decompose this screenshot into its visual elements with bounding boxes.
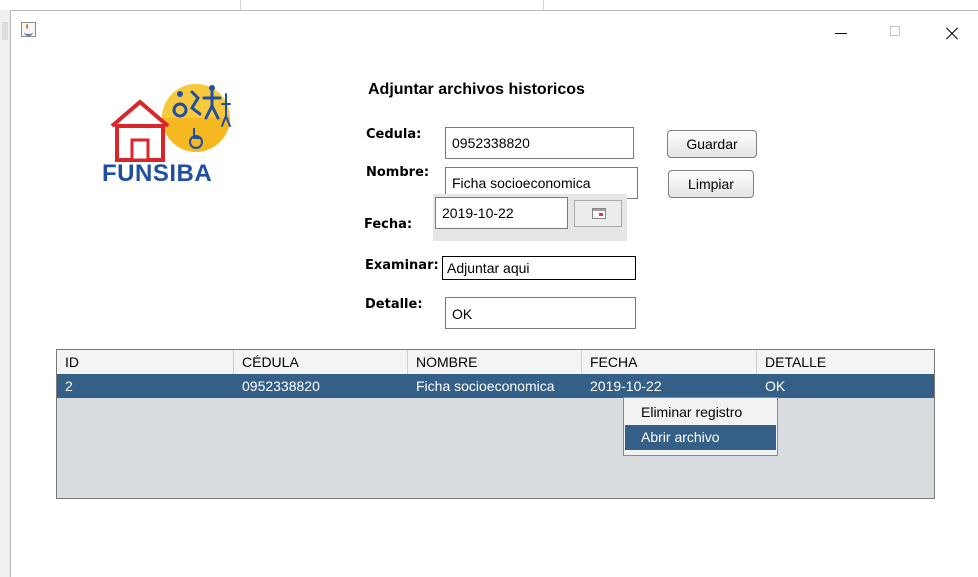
- context-menu: Eliminar registro Abrir archivo: [623, 397, 778, 456]
- minimize-button[interactable]: [818, 11, 864, 43]
- logo-text: FUNSIBA: [102, 160, 213, 187]
- table-header: ID CÉDULA NOMBRE FECHA DETALLE: [57, 350, 934, 375]
- cedula-input[interactable]: 0952338820: [445, 127, 634, 159]
- background-divider: [543, 0, 544, 10]
- cell-id: 2: [65, 378, 73, 394]
- column-header-id[interactable]: ID: [57, 350, 234, 374]
- cedula-label: Cedula:: [366, 127, 422, 142]
- fecha-input[interactable]: 2019-10-22: [435, 197, 568, 229]
- close-button[interactable]: [928, 11, 974, 43]
- column-header-cedula[interactable]: CÉDULA: [234, 350, 408, 374]
- cell-fecha: 2019-10-22: [590, 378, 662, 394]
- maximize-button[interactable]: [872, 11, 918, 43]
- background-window-edge: [0, 10, 10, 577]
- column-header-fecha[interactable]: FECHA: [582, 350, 757, 374]
- java-app-icon: [21, 22, 36, 37]
- calendar-icon: [592, 208, 606, 219]
- column-header-detalle[interactable]: DETALLE: [757, 350, 934, 374]
- menu-item-eliminar-registro[interactable]: Eliminar registro: [625, 400, 776, 425]
- background-divider: [240, 0, 241, 10]
- column-header-nombre[interactable]: NOMBRE: [408, 350, 582, 374]
- cell-detalle: OK: [765, 378, 786, 394]
- cell-cedula: 0952338820: [242, 378, 320, 394]
- logo-graphic: [110, 84, 231, 162]
- background-window-strip: [0, 0, 978, 10]
- detalle-input[interactable]: OK: [445, 297, 636, 329]
- title-bar: [11, 11, 978, 46]
- date-picker: 2019-10-22: [433, 194, 627, 241]
- examinar-label: Examinar:: [365, 258, 439, 273]
- records-table: ID CÉDULA NOMBRE FECHA DETALLE 2 0952338…: [56, 349, 935, 499]
- detalle-label: Detalle:: [365, 297, 423, 312]
- guardar-button[interactable]: Guardar: [667, 130, 757, 158]
- fecha-label: Fecha:: [364, 217, 413, 232]
- nombre-label: Nombre:: [366, 165, 430, 180]
- funsiba-logo: FUNSIBA: [100, 74, 260, 192]
- cell-nombre: Ficha socioeconomica: [416, 378, 555, 394]
- limpiar-button[interactable]: Limpiar: [668, 170, 754, 198]
- examinar-input[interactable]: Adjuntar aqui: [442, 256, 636, 280]
- table-row[interactable]: 2 0952338820 Ficha socioeconomica 2019-1…: [57, 374, 934, 398]
- menu-item-abrir-archivo[interactable]: Abrir archivo: [625, 425, 776, 450]
- calendar-button[interactable]: [574, 200, 622, 227]
- form-title: Adjuntar archivos historicos: [368, 81, 585, 98]
- background-icon: [2, 22, 8, 40]
